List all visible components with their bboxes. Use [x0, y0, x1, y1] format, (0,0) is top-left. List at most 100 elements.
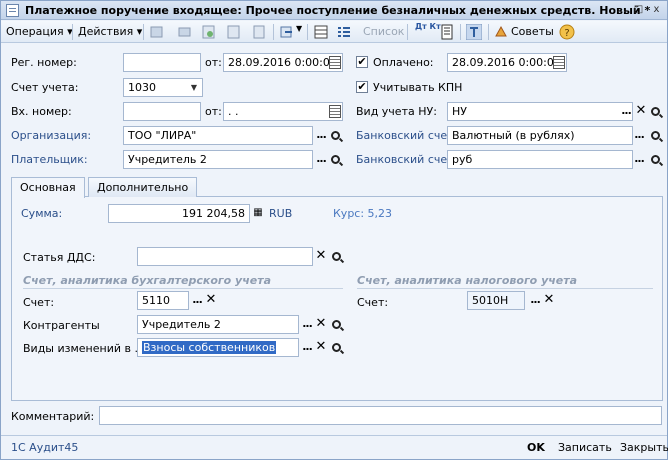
exchange-rate-link[interactable]: Курс: 5,23	[333, 207, 392, 220]
in-number-label: Вх. номер:	[11, 105, 72, 118]
payer-bank-account-label: Банковский счет:	[356, 153, 458, 166]
dds-label: Статья ДДС:	[23, 251, 96, 264]
search-icon[interactable]	[328, 316, 344, 333]
goto-icon[interactable]	[279, 24, 295, 40]
toolbar-separator	[488, 24, 489, 40]
tax-account-input[interactable]: 5010Н	[467, 291, 525, 310]
maximize-button[interactable]: □	[631, 3, 646, 18]
account-input[interactable]: 5110	[137, 291, 189, 310]
report-icon[interactable]	[439, 24, 455, 40]
organization-input[interactable]: ТОО "ЛИРА"	[123, 126, 313, 145]
help-icon[interactable]: ?	[559, 24, 575, 40]
dds-input[interactable]	[137, 247, 313, 266]
ok-button[interactable]: OK	[527, 441, 545, 454]
search-icon[interactable]	[647, 127, 663, 144]
calculator-icon[interactable]: ▦	[250, 205, 266, 222]
advice-icon[interactable]	[493, 24, 509, 40]
toolbar-separator	[72, 24, 73, 40]
comment-input[interactable]	[99, 406, 662, 425]
toolbar-separator	[307, 24, 308, 40]
change-types-input[interactable]: Взносы собственников	[137, 338, 299, 357]
refresh-icon[interactable]	[201, 24, 217, 40]
bank-account-input[interactable]: Валютный (в рублях)	[447, 126, 633, 145]
search-icon[interactable]	[327, 127, 343, 144]
bank-account-label: Банковский счет:	[356, 129, 458, 142]
reg-number-input[interactable]	[123, 53, 201, 72]
document-window: Платежное поручение входящее: Прочее пос…	[0, 0, 668, 460]
paid-label: Оплачено:	[373, 56, 434, 69]
add-icon[interactable]	[149, 24, 165, 40]
in-number-input[interactable]	[123, 102, 201, 121]
reg-number-label: Рег. номер:	[11, 56, 77, 69]
actions-menu[interactable]: Действия ▾	[78, 25, 142, 38]
paid-checkbox[interactable]: ✔	[356, 56, 368, 68]
payer-input[interactable]: Учредитель 2	[123, 150, 313, 169]
reg-date-input[interactable]: 28.09.2016 0:00:00	[223, 53, 343, 72]
app-name: 1С Аудит45	[11, 441, 79, 454]
kpn-label: Учитывать КПН	[373, 81, 463, 94]
copy-icon[interactable]	[177, 24, 193, 40]
title-bar: Платежное поручение входящее: Прочее пос…	[1, 1, 667, 20]
select-button[interactable]: ...	[618, 103, 634, 120]
clear-icon[interactable]: ✕	[313, 339, 329, 356]
minimize-button[interactable]: ...	[614, 3, 629, 18]
dt-kt-button[interactable]: Дт Кт	[415, 23, 441, 31]
clear-icon[interactable]: ✕	[203, 292, 219, 309]
document-icon	[6, 4, 19, 17]
in-date-input[interactable]: . .	[223, 102, 343, 121]
paid-date-input[interactable]: 28.09.2016 0:00:00	[447, 53, 567, 72]
clear-icon[interactable]: ✕	[313, 316, 329, 333]
search-icon[interactable]	[328, 248, 344, 265]
toolbar-separator	[460, 24, 461, 40]
payer-bank-account-input[interactable]: руб	[447, 150, 633, 169]
calendar-icon[interactable]	[553, 56, 565, 69]
toolbar-separator	[273, 24, 274, 40]
window-title: Платежное поручение входящее: Прочее пос…	[25, 4, 651, 17]
advice-button[interactable]: Советы	[511, 25, 554, 38]
list-button[interactable]: Список	[363, 25, 404, 38]
filter-icon[interactable]	[466, 24, 482, 40]
account-field-label: Счет:	[23, 296, 55, 309]
kpn-checkbox[interactable]: ✔	[356, 81, 368, 93]
change-types-label: Виды изменений в ...	[23, 342, 145, 355]
status-bar: 1С Аудит45 OK Записать Закрыть	[1, 435, 668, 459]
sum-input[interactable]: 191 204,58	[108, 204, 250, 223]
select-button[interactable]: ...	[631, 127, 647, 144]
goto-dropdown-arrow[interactable]: ▼	[296, 24, 302, 33]
toolbar-separator	[143, 24, 144, 40]
mark-delete-icon[interactable]	[251, 24, 267, 40]
select-button[interactable]: ...	[631, 151, 647, 168]
tab-main[interactable]: Основная	[11, 177, 85, 198]
organization-label: Организация:	[11, 129, 92, 142]
operation-menu[interactable]: Операция ▾	[6, 25, 73, 38]
search-icon[interactable]	[328, 339, 344, 356]
tab-panel	[11, 196, 663, 401]
search-icon[interactable]	[647, 151, 663, 168]
counterparties-input[interactable]: Учредитель 2	[137, 315, 299, 334]
divider	[357, 288, 653, 289]
clear-icon[interactable]: ✕	[313, 248, 329, 265]
search-icon[interactable]	[647, 103, 663, 120]
currency-label: RUB	[269, 207, 293, 220]
structure-icon[interactable]	[313, 24, 329, 40]
toolbar-separator	[407, 24, 408, 40]
close-window-button[interactable]: x	[649, 3, 664, 18]
clear-icon[interactable]: ✕	[541, 292, 557, 309]
checklist-icon[interactable]	[336, 24, 352, 40]
account-label: Счет учета:	[11, 81, 79, 94]
calendar-icon[interactable]	[329, 105, 341, 118]
in-date-label: от:	[205, 105, 222, 118]
svg-text:?: ?	[564, 28, 569, 39]
nu-input[interactable]: НУ	[447, 102, 633, 121]
delete-icon[interactable]	[226, 24, 242, 40]
search-icon[interactable]	[327, 151, 343, 168]
tab-extra[interactable]: Дополнительно	[88, 177, 198, 197]
sum-label: Сумма:	[21, 207, 63, 220]
chevron-down-icon[interactable]: ▼	[187, 79, 201, 96]
close-button[interactable]: Закрыть	[620, 441, 668, 454]
reg-date-label: от:	[205, 56, 222, 69]
toolbar: Операция ▾ Действия ▾ ▼ Список Дт Кт Сов…	[1, 21, 667, 43]
save-button[interactable]: Записать	[558, 441, 612, 454]
calendar-icon[interactable]	[329, 56, 341, 69]
divider	[23, 288, 343, 289]
